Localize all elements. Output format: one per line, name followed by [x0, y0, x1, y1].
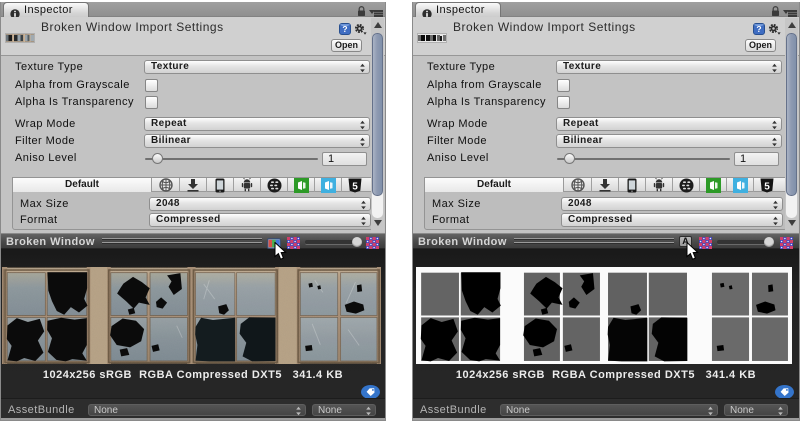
svg-text:?: ? — [756, 24, 761, 34]
svg-text:5: 5 — [352, 181, 358, 192]
svg-text:5: 5 — [764, 181, 770, 192]
svg-text:?: ? — [342, 24, 347, 34]
